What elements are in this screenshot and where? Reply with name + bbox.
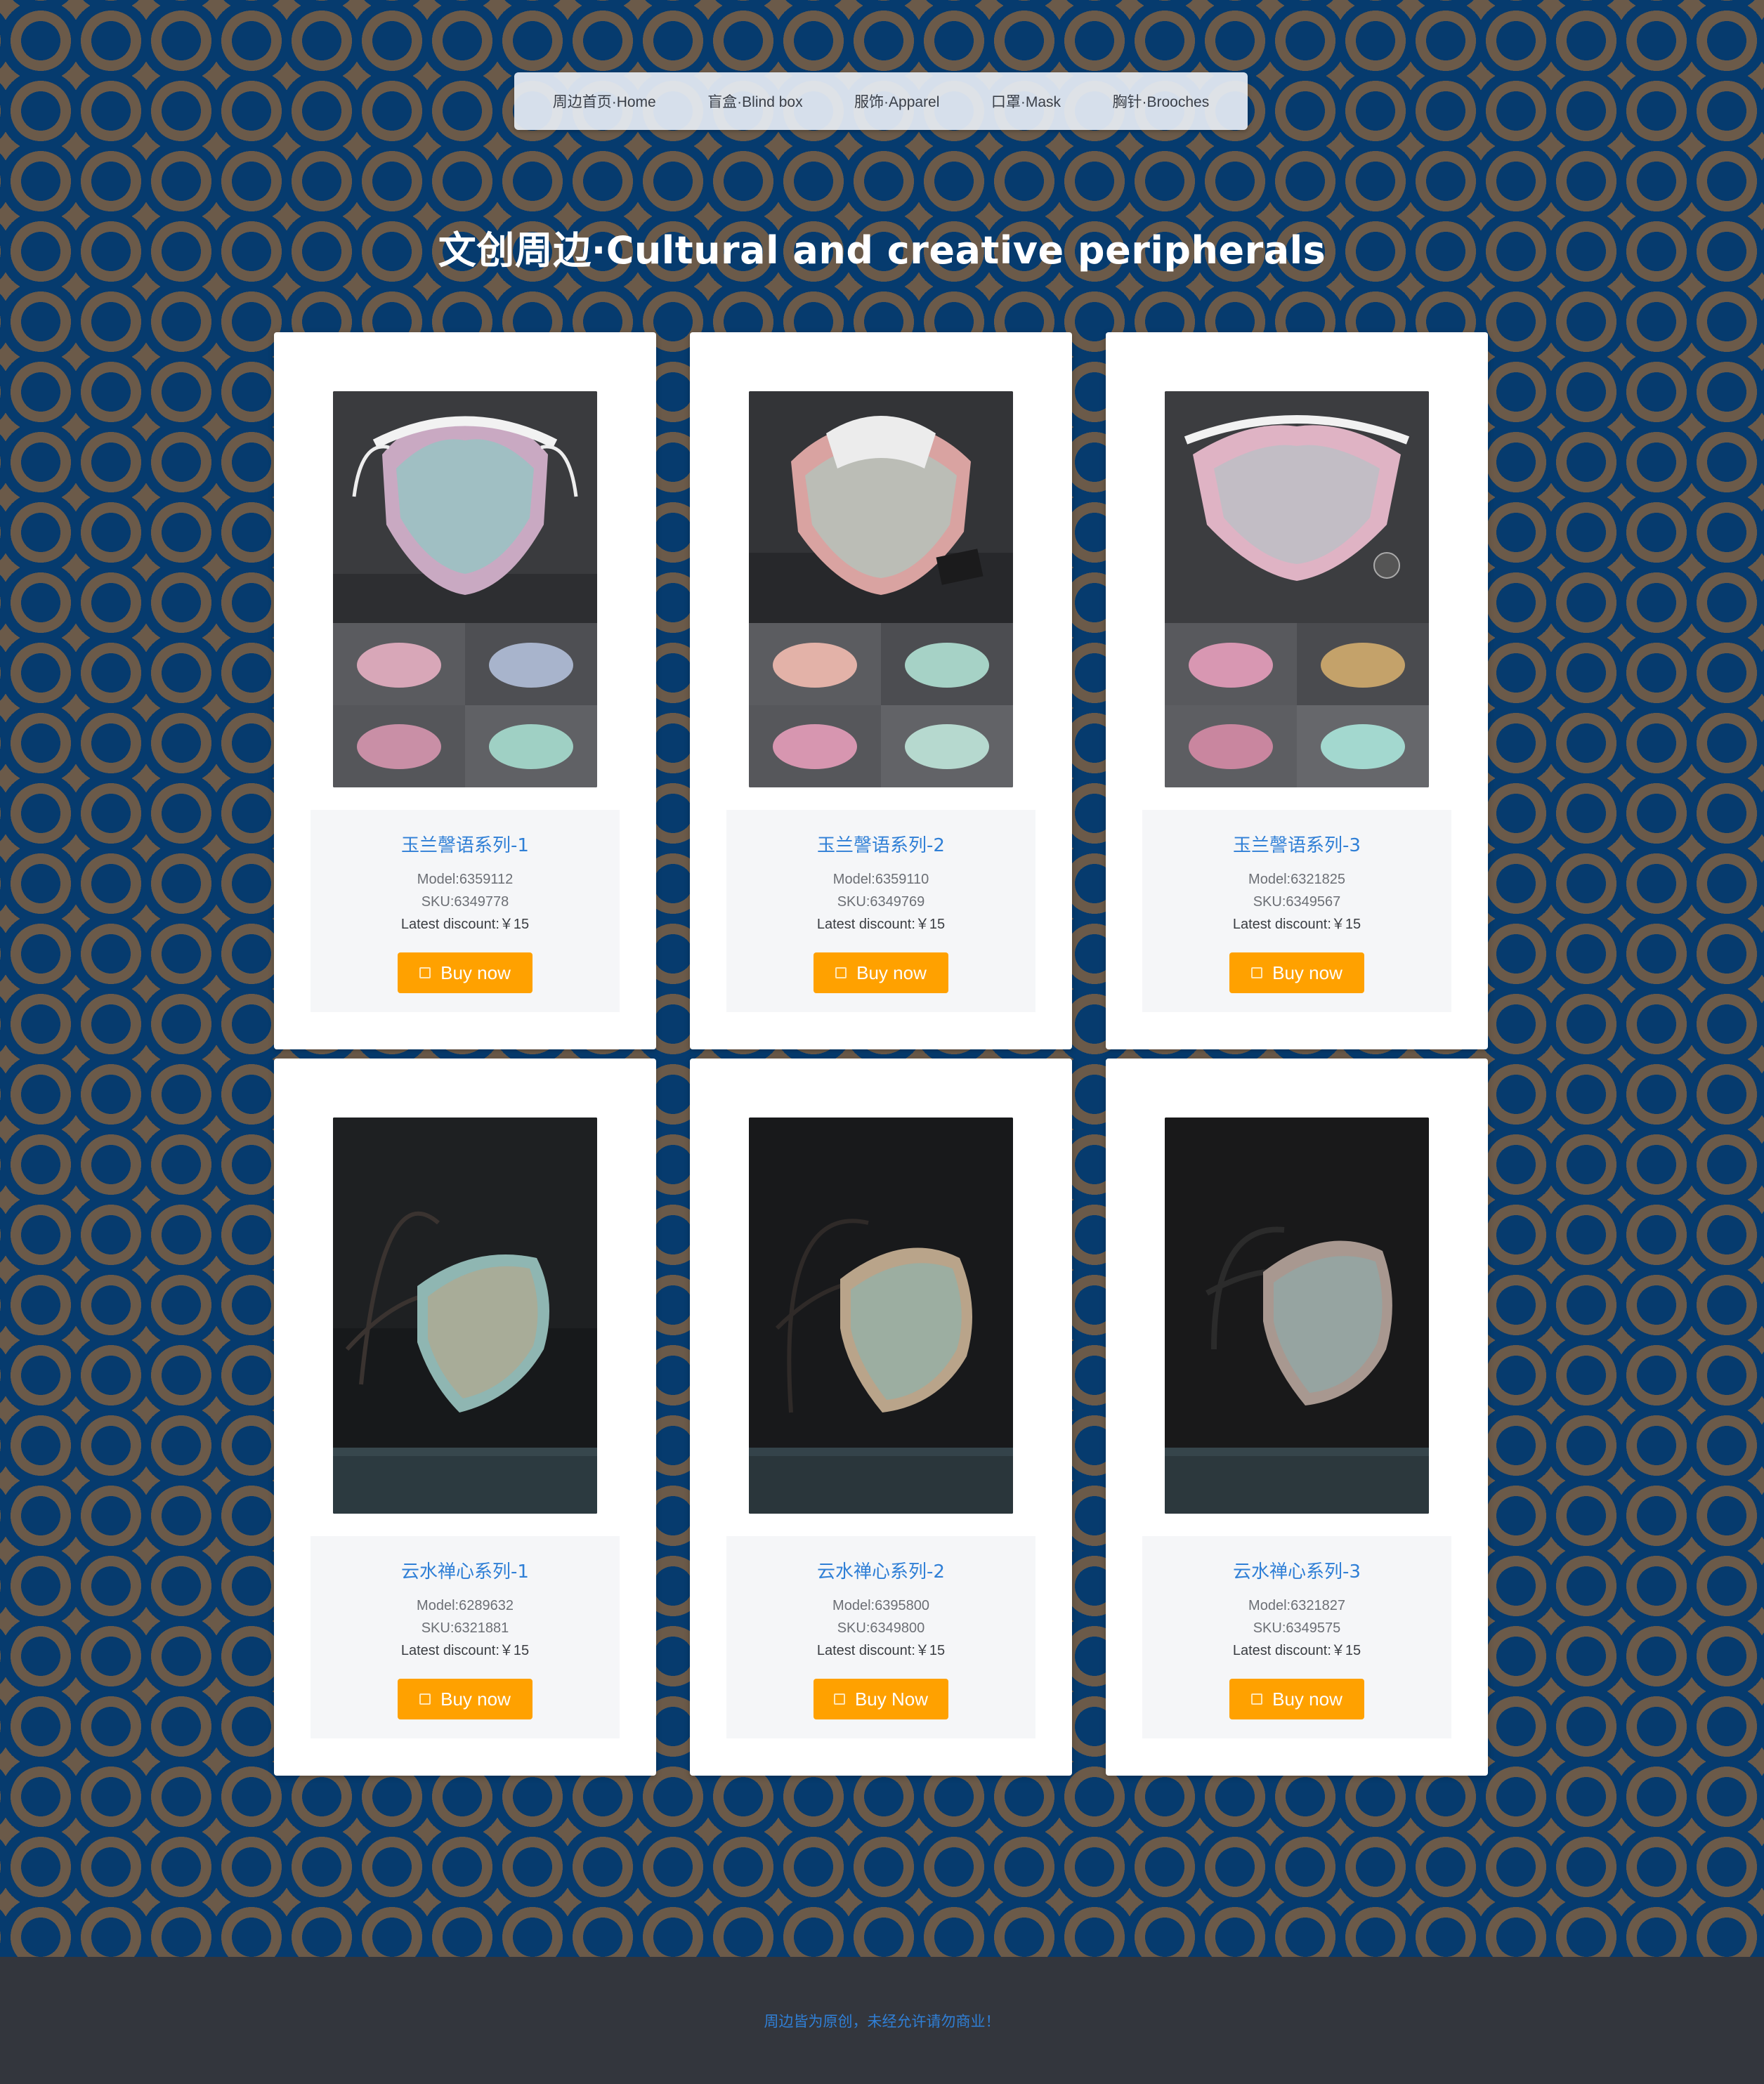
product-image[interactable] — [1165, 1118, 1429, 1514]
product-model: Model:6321827 — [1248, 1598, 1345, 1613]
product-card: 云水禅心系列-1 Model:6289632 SKU:6321881 Lates… — [274, 1059, 656, 1776]
product-sku: SKU:6349575 — [1253, 1620, 1341, 1636]
page-title: 文创周边·Cultural and creative peripherals — [438, 228, 1326, 273]
nav-item-home[interactable]: 周边首页·Home — [553, 91, 656, 112]
product-model: Model:6359112 — [417, 872, 514, 887]
floating-mask-image — [1165, 1118, 1429, 1514]
product-card: 云水禅心系列-2 Model:6395800 SKU:6349800 Lates… — [690, 1059, 1072, 1776]
product-sku: SKU:6321881 — [421, 1620, 509, 1636]
product-sku: SKU:6349778 — [421, 894, 509, 910]
buy-now-label: Buy now — [440, 1688, 511, 1710]
product-image[interactable] — [1165, 391, 1429, 787]
product-model: Model:6321825 — [1248, 872, 1345, 887]
floating-mask-image — [333, 1118, 597, 1514]
cart-icon — [419, 967, 431, 978]
floral-mask-collage-image — [333, 391, 597, 787]
floral-mask-collage-image — [1165, 391, 1429, 787]
product-card: 玉兰謦语系列-2 Model:6359110 SKU:6349769 Lates… — [690, 332, 1072, 1049]
buy-now-button[interactable]: Buy now — [1229, 1679, 1364, 1719]
top-navigation: 周边首页·Home 盲盒·Blind box 服饰·Apparel 口罩·Mas… — [514, 72, 1248, 130]
product-image[interactable] — [333, 1118, 597, 1514]
product-info-panel: 云水禅心系列-2 Model:6395800 SKU:6349800 Lates… — [726, 1536, 1035, 1738]
product-name[interactable]: 玉兰謦语系列-2 — [726, 831, 1035, 857]
product-sku: SKU:6349769 — [837, 894, 925, 910]
product-card: 玉兰謦语系列-3 Model:6321825 SKU:6349567 Lates… — [1106, 332, 1488, 1049]
product-name[interactable]: 玉兰謦语系列-1 — [311, 831, 620, 857]
product-name[interactable]: 云水禅心系列-2 — [726, 1557, 1035, 1583]
product-model: Model:6289632 — [417, 1598, 514, 1613]
buy-now-button[interactable]: Buy now — [1229, 952, 1364, 993]
buy-now-label: Buy now — [1272, 1688, 1342, 1710]
product-info-panel: 玉兰謦语系列-1 Model:6359112 SKU:6349778 Lates… — [311, 810, 620, 1012]
nav-item-apparel[interactable]: 服饰·Apparel — [854, 91, 939, 112]
footer-notice: 周边皆为原创，未经允许请勿商业！ — [764, 2012, 1000, 2030]
floating-mask-image — [749, 1118, 1013, 1514]
product-name[interactable]: 云水禅心系列-3 — [1142, 1557, 1451, 1583]
product-info-panel: 玉兰謦语系列-2 Model:6359110 SKU:6349769 Lates… — [726, 810, 1035, 1012]
product-image[interactable] — [749, 1118, 1013, 1514]
product-model: Model:6395800 — [832, 1598, 929, 1613]
floral-mask-collage-image — [749, 391, 1013, 787]
cart-icon — [419, 1693, 431, 1705]
buy-now-button[interactable]: Buy now — [398, 1679, 533, 1719]
product-info-panel: 云水禅心系列-1 Model:6289632 SKU:6321881 Lates… — [311, 1536, 620, 1738]
product-image[interactable] — [333, 391, 597, 787]
nav-item-brooches[interactable]: 胸针·Brooches — [1113, 91, 1210, 112]
buy-now-label: Buy now — [440, 962, 511, 983]
product-discount: Latest discount:￥15 — [400, 1643, 530, 1658]
product-info-panel: 云水禅心系列-3 Model:6321827 SKU:6349575 Lates… — [1142, 1536, 1451, 1738]
buy-now-label: Buy now — [856, 962, 927, 983]
product-model: Model:6359110 — [832, 872, 929, 887]
product-name[interactable]: 玉兰謦语系列-3 — [1142, 831, 1451, 857]
product-discount: Latest discount:￥15 — [816, 917, 946, 932]
nav-item-blind-box[interactable]: 盲盒·Blind box — [707, 91, 802, 112]
product-discount: Latest discount:￥15 — [1232, 1643, 1361, 1658]
product-grid: 玉兰謦语系列-1 Model:6359112 SKU:6349778 Lates… — [274, 332, 1488, 1776]
nav-item-mask[interactable]: 口罩·Mask — [991, 91, 1061, 112]
cart-icon — [1251, 967, 1263, 978]
buy-now-button[interactable]: Buy now — [814, 952, 948, 993]
product-card: 玉兰謦语系列-1 Model:6359112 SKU:6349778 Lates… — [274, 332, 656, 1049]
product-sku: SKU:6349800 — [837, 1620, 925, 1636]
product-discount: Latest discount:￥15 — [816, 1643, 946, 1658]
buy-now-button[interactable]: Buy now — [398, 952, 533, 993]
buy-now-label: Buy now — [1272, 962, 1342, 983]
product-sku: SKU:6349567 — [1253, 894, 1341, 910]
buy-now-button[interactable]: Buy Now — [814, 1679, 948, 1719]
product-name[interactable]: 云水禅心系列-1 — [311, 1557, 620, 1583]
page-footer: 周边皆为原创，未经允许请勿商业！ — [0, 1957, 1764, 2084]
cart-icon — [1251, 1693, 1263, 1705]
product-card: 云水禅心系列-3 Model:6321827 SKU:6349575 Lates… — [1106, 1059, 1488, 1776]
product-discount: Latest discount:￥15 — [1232, 917, 1361, 932]
cart-icon — [833, 1693, 845, 1705]
product-image[interactable] — [749, 391, 1013, 787]
buy-now-label: Buy Now — [854, 1688, 929, 1710]
product-discount: Latest discount:￥15 — [400, 917, 530, 932]
product-info-panel: 玉兰謦语系列-3 Model:6321825 SKU:6349567 Lates… — [1142, 810, 1451, 1012]
cart-icon — [835, 967, 847, 978]
